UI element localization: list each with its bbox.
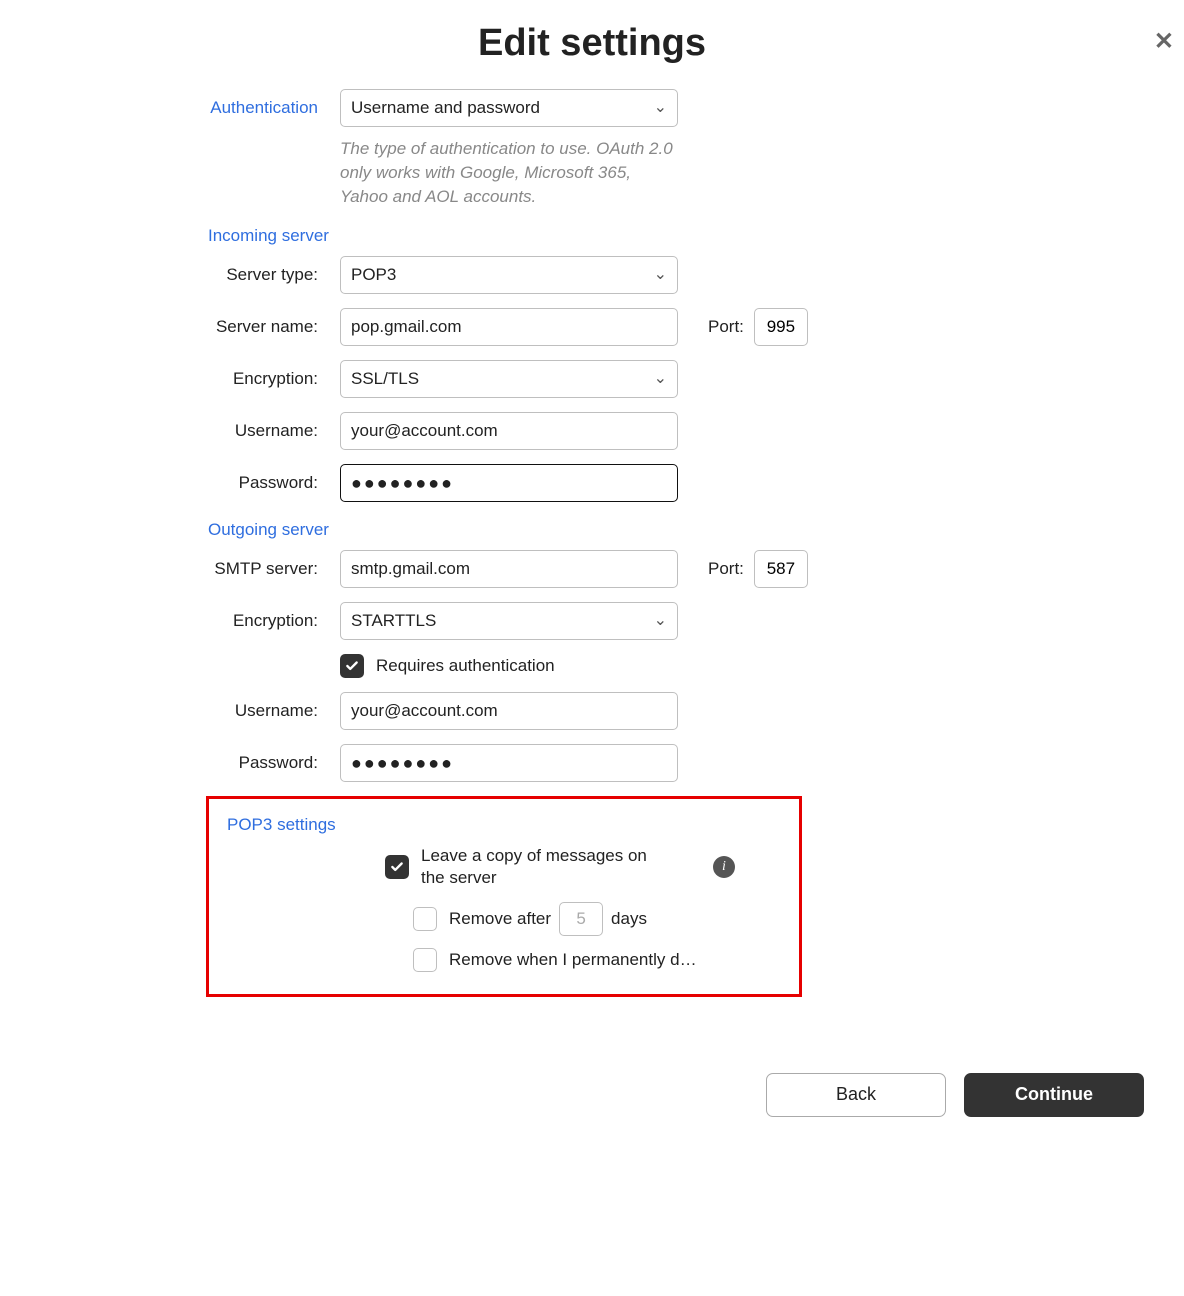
- remove-when-delete-checkbox[interactable]: [413, 948, 437, 972]
- outgoing-server-header: Outgoing server: [208, 520, 1184, 540]
- incoming-encryption-label: Encryption:: [0, 369, 340, 389]
- back-button[interactable]: Back: [766, 1073, 946, 1117]
- authentication-description: The type of authentication to use. OAuth…: [340, 137, 680, 208]
- chevron-down-icon: ⌄: [654, 90, 667, 126]
- chevron-down-icon: ⌄: [654, 603, 667, 639]
- leave-copy-checkbox[interactable]: [385, 855, 409, 879]
- remove-after-prefix: Remove after: [449, 909, 551, 929]
- server-name-value: pop.gmail.com: [351, 309, 462, 345]
- continue-button[interactable]: Continue: [964, 1073, 1144, 1117]
- incoming-encryption-value: SSL/TLS: [351, 361, 419, 397]
- server-name-label: Server name:: [0, 317, 340, 337]
- outgoing-port-input[interactable]: [754, 550, 808, 588]
- outgoing-password-value: ●●●●●●●●: [351, 745, 454, 781]
- server-type-label: Server type:: [0, 265, 340, 285]
- check-icon: [390, 860, 404, 874]
- chevron-down-icon: ⌄: [654, 361, 667, 397]
- leave-copy-label: Leave a copy of messages on the server: [421, 845, 671, 889]
- requires-authentication-label: Requires authentication: [376, 656, 555, 676]
- remove-when-delete-label: Remove when I permanently delete them fr…: [449, 950, 701, 970]
- chevron-down-icon: ⌄: [654, 257, 667, 293]
- remove-after-checkbox[interactable]: [413, 907, 437, 931]
- remove-after-suffix: days: [611, 909, 647, 929]
- authentication-label: Authentication: [0, 98, 340, 118]
- page-title: Edit settings: [0, 22, 1184, 65]
- outgoing-password-input[interactable]: ●●●●●●●●: [340, 744, 678, 782]
- server-type-select[interactable]: POP3 ⌄: [340, 256, 678, 294]
- outgoing-encryption-value: STARTTLS: [351, 603, 436, 639]
- info-icon[interactable]: i: [713, 856, 735, 878]
- outgoing-username-label: Username:: [0, 701, 340, 721]
- smtp-server-value: smtp.gmail.com: [351, 551, 470, 587]
- incoming-port-input[interactable]: [754, 308, 808, 346]
- check-icon: [345, 659, 359, 673]
- incoming-encryption-select[interactable]: SSL/TLS ⌄: [340, 360, 678, 398]
- outgoing-port-label: Port:: [708, 559, 744, 579]
- outgoing-username-value: your@account.com: [351, 693, 498, 729]
- incoming-port-label: Port:: [708, 317, 744, 337]
- server-type-value: POP3: [351, 257, 396, 293]
- incoming-username-label: Username:: [0, 421, 340, 441]
- incoming-server-header: Incoming server: [208, 226, 1184, 246]
- server-name-input[interactable]: pop.gmail.com: [340, 308, 678, 346]
- smtp-server-label: SMTP server:: [0, 559, 340, 579]
- pop3-settings-highlight: POP3 settings Leave a copy of messages o…: [206, 796, 802, 996]
- outgoing-encryption-label: Encryption:: [0, 611, 340, 631]
- close-icon[interactable]: ✕: [1154, 30, 1174, 54]
- requires-authentication-checkbox[interactable]: [340, 654, 364, 678]
- authentication-value: Username and password: [351, 90, 540, 126]
- outgoing-password-label: Password:: [0, 753, 340, 773]
- outgoing-encryption-select[interactable]: STARTTLS ⌄: [340, 602, 678, 640]
- incoming-password-value: ●●●●●●●●: [351, 465, 454, 501]
- remove-after-days-input[interactable]: [559, 902, 603, 936]
- incoming-username-value: your@account.com: [351, 413, 498, 449]
- incoming-username-input[interactable]: your@account.com: [340, 412, 678, 450]
- pop3-settings-header: POP3 settings: [227, 815, 781, 835]
- outgoing-username-input[interactable]: your@account.com: [340, 692, 678, 730]
- incoming-password-label: Password:: [0, 473, 340, 493]
- authentication-select[interactable]: Username and password ⌄: [340, 89, 678, 127]
- smtp-server-input[interactable]: smtp.gmail.com: [340, 550, 678, 588]
- incoming-password-input[interactable]: ●●●●●●●●: [340, 464, 678, 502]
